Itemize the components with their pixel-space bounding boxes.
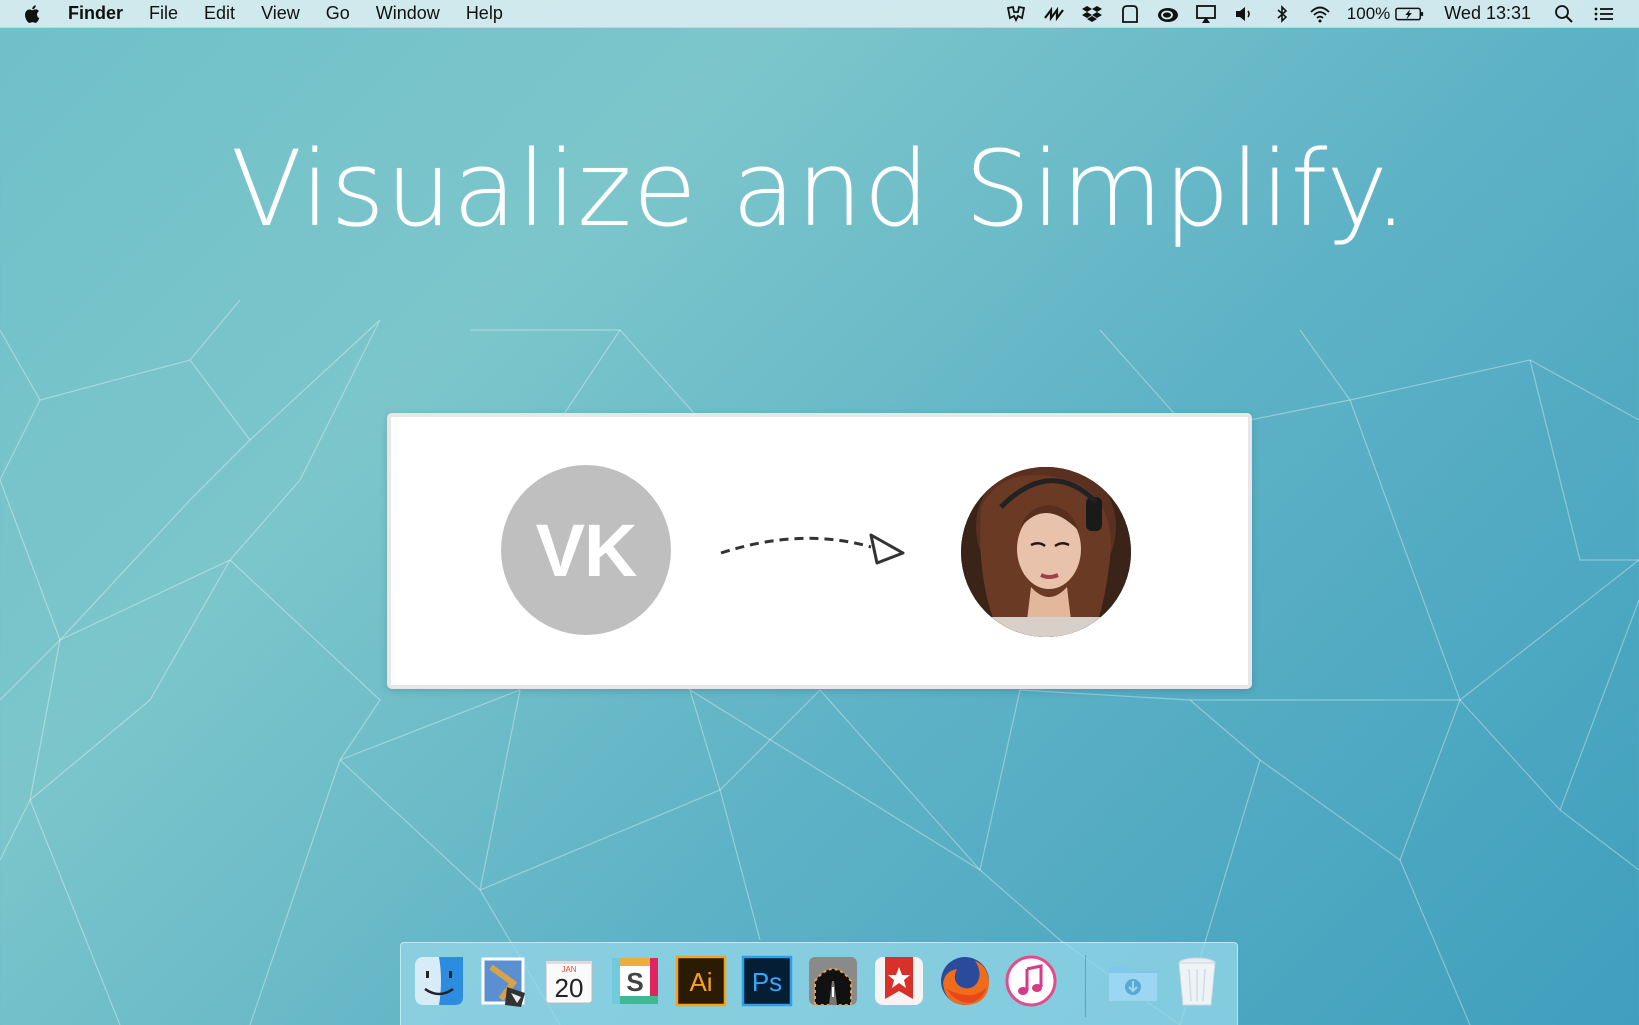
- menu-edit[interactable]: Edit: [204, 3, 235, 24]
- readdle-icon[interactable]: [1041, 3, 1067, 25]
- itunes-icon[interactable]: [1003, 953, 1059, 1009]
- menu-bar: Finder File Edit View Go Window Help 100…: [0, 0, 1639, 28]
- slack-icon[interactable]: S: [607, 953, 663, 1009]
- dock: JAN 20 S Ai Ps: [400, 942, 1238, 1025]
- menu-clock[interactable]: Wed 13:31: [1444, 3, 1531, 24]
- tunnelblick-icon[interactable]: [805, 953, 861, 1009]
- notification-center-icon[interactable]: [1591, 3, 1617, 25]
- apple-logo-icon[interactable]: [22, 3, 44, 25]
- menu-file[interactable]: File: [149, 3, 178, 24]
- finder-icon[interactable]: [411, 953, 467, 1009]
- firefox-icon[interactable]: [937, 953, 993, 1009]
- photoshop-icon[interactable]: Ps: [739, 953, 795, 1009]
- trash-icon[interactable]: [1169, 953, 1225, 1009]
- user-photo-avatar: [961, 467, 1131, 637]
- illustrator-icon[interactable]: Ai: [673, 953, 729, 1009]
- menu-window[interactable]: Window: [376, 3, 440, 24]
- volume-icon[interactable]: [1231, 3, 1257, 25]
- spotlight-search-icon[interactable]: [1551, 3, 1577, 25]
- notification-icon[interactable]: [1117, 3, 1143, 25]
- menu-go[interactable]: Go: [326, 3, 350, 24]
- calendar-day: 20: [555, 973, 584, 1003]
- dock-separator: [1085, 955, 1086, 1017]
- illustrator-label: Ai: [689, 967, 712, 997]
- photoshop-label: Ps: [752, 967, 782, 997]
- mail-icon[interactable]: [477, 953, 533, 1009]
- menu-bar-left: Finder File Edit View Go Window Help: [22, 0, 529, 27]
- menu-app-name[interactable]: Finder: [68, 3, 123, 24]
- wifi-icon[interactable]: [1307, 3, 1333, 25]
- hero-headline: Visualize and Simplify.: [230, 128, 1409, 250]
- bluetooth-icon[interactable]: [1269, 3, 1295, 25]
- battery-percent[interactable]: 100%: [1347, 4, 1390, 24]
- dropbox-icon[interactable]: [1079, 3, 1105, 25]
- battery-charging-icon[interactable]: [1394, 3, 1426, 25]
- wunderlist-icon[interactable]: [871, 953, 927, 1009]
- evernote-icon[interactable]: [1003, 3, 1029, 25]
- menu-bar-right: 100% Wed 13:31: [991, 0, 1617, 27]
- menu-view[interactable]: View: [261, 3, 300, 24]
- transfer-card: VK: [387, 413, 1252, 689]
- dashed-arrow-icon: [720, 533, 905, 565]
- downloads-folder-icon[interactable]: [1105, 953, 1161, 1009]
- menu-help[interactable]: Help: [466, 3, 503, 24]
- creative-cloud-icon[interactable]: [1155, 3, 1181, 25]
- svg-text:S: S: [626, 967, 643, 997]
- calendar-icon[interactable]: JAN 20: [541, 953, 597, 1009]
- vk-logo-circle: VK: [501, 465, 671, 635]
- airplay-icon[interactable]: [1193, 3, 1219, 25]
